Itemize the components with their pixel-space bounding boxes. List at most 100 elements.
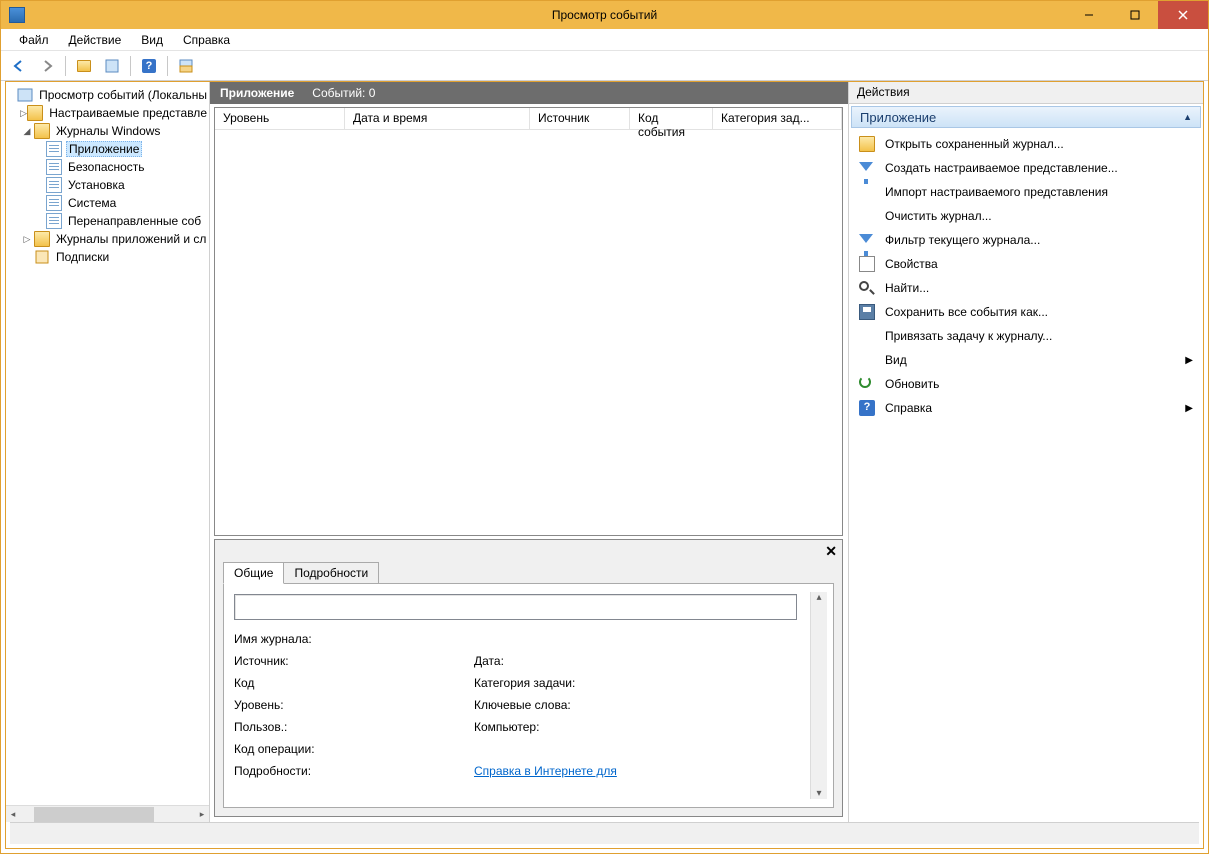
action-create-custom-view[interactable]: Создать настраиваемое представление... (849, 156, 1203, 180)
action-label: Очистить журнал... (885, 209, 992, 223)
folder-icon (34, 231, 50, 247)
label-computer: Компьютер: (474, 720, 734, 734)
tree-app-service-logs[interactable]: ▷ Журналы приложений и сл (6, 230, 209, 248)
action-label: Вид (885, 353, 907, 367)
tree-windows-logs[interactable]: ◢ Журналы Windows (6, 122, 209, 140)
action-label: Открыть сохраненный журнал... (885, 137, 1064, 151)
grid-header: Уровень Дата и время Источник Код событи… (215, 108, 842, 130)
toolbar-separator (130, 56, 131, 76)
online-help-link[interactable]: Справка в Интернете для (474, 764, 617, 778)
col-level[interactable]: Уровень (215, 108, 345, 129)
action-properties[interactable]: Свойства (849, 252, 1203, 276)
menu-action[interactable]: Действие (61, 31, 130, 49)
label-log-name: Имя журнала: (234, 632, 474, 646)
col-datetime[interactable]: Дата и время (345, 108, 530, 129)
action-open-saved-log[interactable]: Открыть сохраненный журнал... (849, 132, 1203, 156)
action-label: Свойства (885, 257, 938, 271)
tree-application-log[interactable]: Приложение (6, 140, 209, 158)
save-icon (859, 304, 875, 320)
back-button[interactable] (7, 54, 31, 78)
expand-icon[interactable]: ▷ (20, 108, 27, 119)
titlebar: Просмотр событий (1, 1, 1208, 29)
event-viewer-icon (17, 87, 33, 103)
tree-label: Приложение (66, 141, 142, 157)
tree-setup-log[interactable]: Установка (6, 176, 209, 194)
tree-label: Безопасность (66, 160, 147, 174)
center-header: Приложение Событий: 0 (210, 82, 848, 104)
label-task-category: Категория задачи: (474, 676, 734, 690)
collapse-icon[interactable]: ◢ (20, 126, 34, 137)
tree-forwarded-log[interactable]: Перенаправленные соб (6, 212, 209, 230)
label-more-info: Подробности: (234, 764, 474, 778)
refresh-icon (859, 376, 875, 392)
actions-section-label: Приложение (860, 110, 936, 125)
tree-label: Подписки (54, 250, 111, 264)
blank-icon (859, 352, 875, 368)
tree-custom-views[interactable]: ▷ Настраиваемые представле (6, 104, 209, 122)
tree-label: Система (66, 196, 118, 210)
label-level: Уровень: (234, 698, 474, 712)
col-eventid[interactable]: Код события (630, 108, 713, 129)
action-label: Привязать задачу к журналу... (885, 329, 1052, 343)
action-filter-current-log[interactable]: Фильтр текущего журнала... (849, 228, 1203, 252)
event-description-box[interactable] (234, 594, 797, 620)
tree-security-log[interactable]: Безопасность (6, 158, 209, 176)
help-button[interactable]: ? (137, 54, 161, 78)
menubar: Файл Действие Вид Справка (1, 29, 1208, 51)
label-date: Дата: (474, 654, 734, 668)
folder-icon (34, 123, 50, 139)
tree-subscriptions[interactable]: Подписки (6, 248, 209, 266)
action-refresh[interactable]: Обновить (849, 372, 1203, 396)
forward-button[interactable] (35, 54, 59, 78)
properties-icon (859, 256, 875, 272)
label-opcode: Код операции: (234, 742, 474, 756)
tree-system-log[interactable]: Система (6, 194, 209, 212)
tab-details[interactable]: Подробности (283, 562, 379, 584)
details-vertical-scrollbar[interactable] (810, 592, 827, 799)
action-label: Найти... (885, 281, 929, 295)
action-import-custom-view[interactable]: Импорт настраиваемого представления (849, 180, 1203, 204)
label-user: Пользов.: (234, 720, 474, 734)
tree-horizontal-scrollbar[interactable]: ◂▸ (6, 805, 209, 822)
action-attach-task[interactable]: Привязать задачу к журналу... (849, 324, 1203, 348)
log-icon (46, 141, 62, 157)
menu-file[interactable]: Файл (11, 31, 57, 49)
center-title: Приложение (220, 86, 294, 100)
expand-icon[interactable]: ▷ (20, 234, 34, 245)
tree-root[interactable]: Просмотр событий (Локальны (6, 86, 209, 104)
tab-general[interactable]: Общие (223, 562, 284, 584)
actions-section-header[interactable]: Приложение ▲ (851, 106, 1201, 128)
grid-body[interactable] (215, 130, 842, 535)
action-label: Импорт настраиваемого представления (885, 185, 1108, 199)
log-icon (46, 159, 62, 175)
action-save-all-events[interactable]: Сохранить все события как... (849, 300, 1203, 324)
action-clear-log[interactable]: Очистить журнал... (849, 204, 1203, 228)
tree-label: Журналы приложений и сл (54, 232, 208, 246)
show-tree-button[interactable] (72, 54, 96, 78)
blank-icon (859, 328, 875, 344)
close-details-button[interactable]: ✕ (825, 543, 837, 560)
tab-body-general: Имя журнала: Источник: Дата: Код Категор… (223, 583, 834, 808)
action-label: Справка (885, 401, 932, 415)
col-source[interactable]: Источник (530, 108, 630, 129)
properties-button[interactable] (100, 54, 124, 78)
col-category[interactable]: Категория зад... (713, 108, 842, 129)
action-label: Создать настраиваемое представление... (885, 161, 1118, 175)
action-view-submenu[interactable]: Вид ▶ (849, 348, 1203, 372)
event-count: Событий: 0 (312, 86, 375, 100)
chevron-right-icon: ▶ (1185, 355, 1193, 366)
action-find[interactable]: Найти... (849, 276, 1203, 300)
preview-button[interactable] (174, 54, 198, 78)
folder-icon (27, 105, 43, 121)
filter-icon (859, 232, 875, 248)
help-icon: ? (859, 400, 875, 416)
statusbar (10, 822, 1199, 844)
action-help-submenu[interactable]: ? Справка ▶ (849, 396, 1203, 420)
chevron-right-icon: ▶ (1185, 403, 1193, 414)
tree-label: Установка (66, 178, 127, 192)
event-grid: Уровень Дата и время Источник Код событи… (214, 107, 843, 536)
menu-view[interactable]: Вид (133, 31, 171, 49)
binoculars-icon (859, 280, 875, 296)
label-keywords: Ключевые слова: (474, 698, 734, 712)
menu-help[interactable]: Справка (175, 31, 238, 49)
